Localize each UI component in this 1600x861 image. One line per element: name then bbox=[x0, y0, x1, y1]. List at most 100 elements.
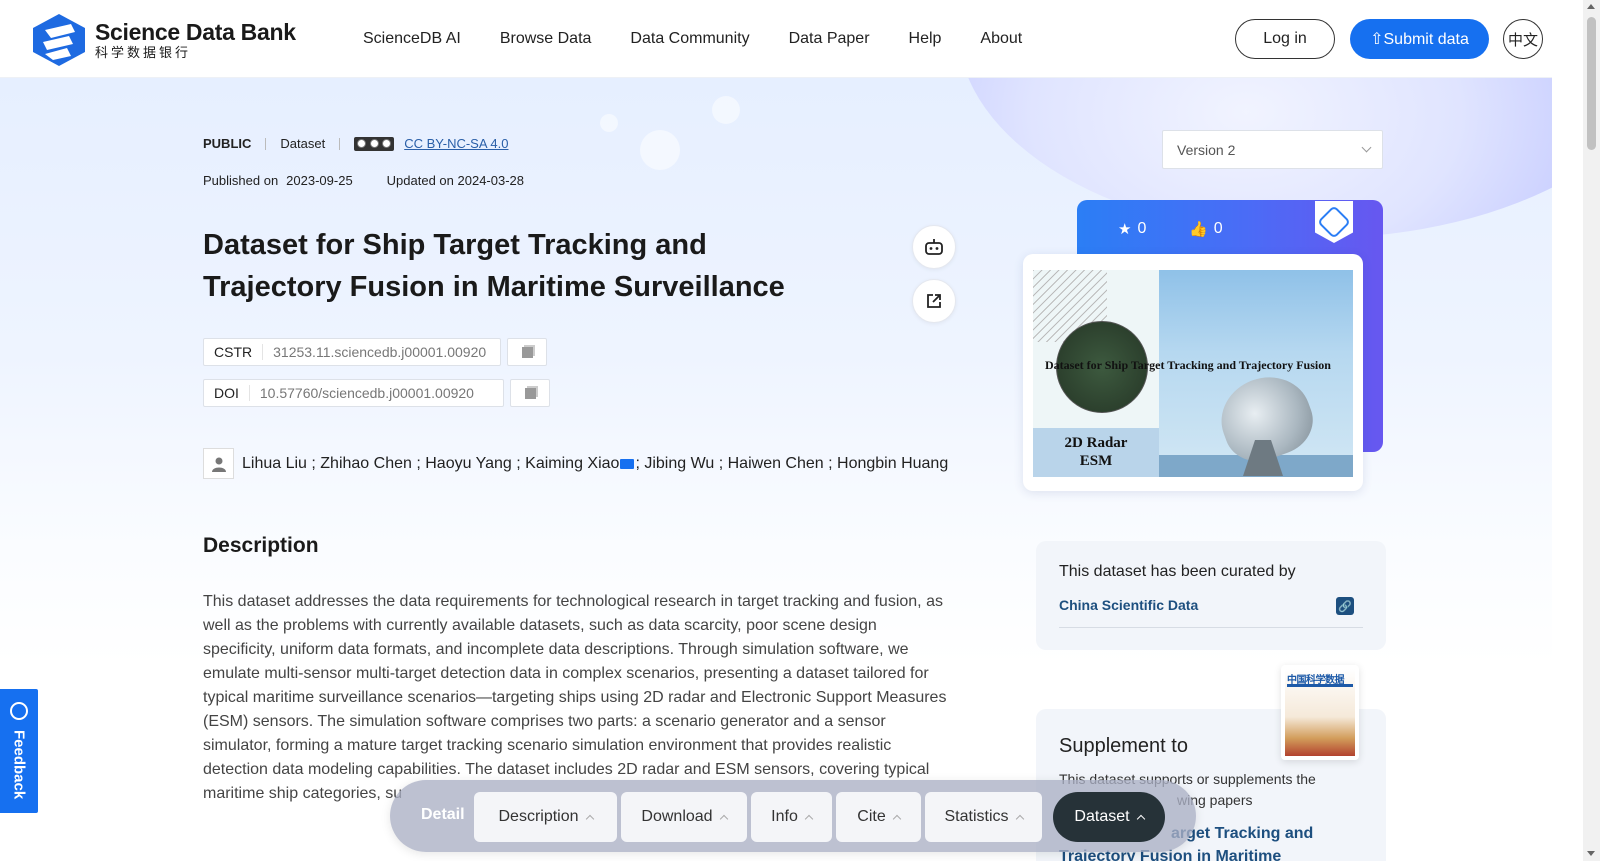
tabbar-detail-label: Detail bbox=[421, 806, 465, 823]
share-button[interactable] bbox=[912, 279, 956, 323]
cstr-value[interactable]: 31253.11.sciencedb.j00001.00920 bbox=[263, 344, 496, 360]
journal-cover-thumbnail[interactable]: 中国科学数据 bbox=[1281, 665, 1359, 760]
nav-data-paper[interactable]: Data Paper bbox=[789, 30, 870, 48]
copy-doi-button[interactable] bbox=[510, 379, 550, 407]
feedback-icon bbox=[10, 702, 28, 720]
nav-help[interactable]: Help bbox=[909, 30, 942, 48]
cc-license-icon bbox=[354, 136, 395, 151]
scroll-up-arrow-icon[interactable] bbox=[1587, 4, 1595, 9]
version-select[interactable]: Version 2 bbox=[1162, 130, 1383, 169]
cover-label: 2D Radar ESM bbox=[1033, 428, 1159, 477]
doi-value[interactable]: 10.57760/sciencedb.j00001.00920 bbox=[250, 385, 484, 401]
dataset-meta: PUBLIC Dataset CC BY-NC-SA 4.0 bbox=[203, 136, 508, 151]
chevron-down-icon bbox=[1361, 142, 1372, 153]
description-text: This dataset addresses the data requirem… bbox=[203, 593, 947, 802]
chevron-up-icon bbox=[892, 814, 901, 824]
cstr-field: CSTR 31253.11.sciencedb.j00001.00920 bbox=[203, 338, 501, 366]
chevron-up-icon bbox=[804, 814, 814, 824]
ai-assistant-button[interactable] bbox=[912, 225, 956, 269]
curator-link[interactable]: China Scientific Data bbox=[1059, 597, 1198, 613]
tab-cite-label: Cite bbox=[857, 808, 886, 825]
login-button[interactable]: Log in bbox=[1235, 19, 1335, 59]
chevron-up-icon bbox=[719, 814, 728, 824]
scroll-down-arrow-icon[interactable] bbox=[1587, 851, 1595, 856]
logo-mark-icon bbox=[33, 14, 85, 66]
logo-title: Science Data Bank bbox=[95, 19, 296, 45]
email-icon[interactable] bbox=[620, 458, 635, 469]
robot-icon bbox=[925, 239, 943, 255]
authors-list: Lihua Liu ; Zhihao Chen ; Haoyu Yang ; K… bbox=[203, 448, 948, 479]
copy-icon bbox=[524, 387, 536, 399]
scrollbar-thumb[interactable] bbox=[1587, 17, 1596, 150]
link-icon[interactable]: 🔗 bbox=[1336, 597, 1354, 615]
tab-dataset-label: Dataset bbox=[1074, 808, 1130, 825]
decorative-molecule bbox=[600, 114, 618, 132]
authors-text-rest[interactable]: ; Jibing Wu ; Haiwen Chen ; Hongbin Huan… bbox=[635, 455, 948, 473]
tab-statistics-label: Statistics bbox=[944, 808, 1009, 825]
version-value: Version 2 bbox=[1177, 142, 1236, 158]
copy-icon bbox=[521, 346, 533, 358]
chevron-up-icon bbox=[585, 814, 594, 824]
feedback-label: Feedback bbox=[10, 730, 28, 800]
nav-sciencedb-ai[interactable]: ScienceDB AI bbox=[363, 30, 461, 48]
language-toggle[interactable]: 中文 bbox=[1503, 19, 1543, 59]
license-link[interactable]: CC BY-NC-SA 4.0 bbox=[404, 136, 508, 151]
external-link-icon bbox=[927, 294, 941, 308]
tab-download[interactable]: Download bbox=[621, 792, 747, 842]
authors-text[interactable]: Lihua Liu ; Zhihao Chen ; Haoyu Yang ; K… bbox=[242, 455, 619, 473]
copy-cstr-button[interactable] bbox=[507, 338, 547, 366]
star-count-value: 0 bbox=[1137, 220, 1147, 237]
dataset-cover-image: 2D Radar ESM Dataset for Ship Target Tra… bbox=[1033, 270, 1353, 477]
page-title: Dataset for Ship Target Tracking and Tra… bbox=[203, 229, 785, 303]
tab-description-label: Description bbox=[498, 808, 579, 825]
person-icon bbox=[203, 448, 234, 479]
star-icon: ★ bbox=[1118, 221, 1132, 238]
divider bbox=[265, 137, 267, 150]
description-heading: Description bbox=[203, 534, 319, 557]
submit-data-button[interactable]: ⇧Submit data bbox=[1350, 19, 1489, 59]
doi-label: DOI bbox=[204, 385, 250, 401]
star-count[interactable]: ★ 0 bbox=[1118, 220, 1146, 238]
section-tab-bar: Detail Description Download Info Cite St… bbox=[390, 780, 1196, 852]
tab-info-label: Info bbox=[771, 808, 798, 825]
curated-panel: This dataset has been curated by China S… bbox=[1036, 541, 1386, 650]
visibility-badge: PUBLIC bbox=[203, 136, 252, 151]
cstr-label: CSTR bbox=[204, 344, 264, 360]
cover-label-line1: 2D Radar bbox=[1064, 435, 1128, 451]
nav-about[interactable]: About bbox=[980, 30, 1022, 48]
divider bbox=[339, 137, 341, 150]
divider bbox=[1059, 627, 1363, 628]
curated-text: This dataset has been curated by bbox=[1059, 563, 1296, 580]
logo[interactable]: Science Data Bank 科学数据银行 bbox=[31, 12, 296, 68]
main-nav: ScienceDB AI Browse Data Data Community … bbox=[363, 30, 1061, 48]
tab-statistics[interactable]: Statistics bbox=[925, 792, 1042, 842]
tab-download-label: Download bbox=[641, 808, 713, 825]
dataset-dates: Published on 2023-09-25 Updated on 2024-… bbox=[203, 173, 532, 188]
upload-icon: ⇧ bbox=[1370, 31, 1384, 48]
supplement-heading: Supplement to bbox=[1059, 735, 1188, 757]
published-label: Published on bbox=[203, 173, 279, 188]
dataset-cover-card[interactable]: 2D Radar ESM Dataset for Ship Target Tra… bbox=[1023, 254, 1363, 491]
feedback-tab[interactable]: Feedback bbox=[0, 689, 38, 813]
decorative-molecule bbox=[640, 130, 680, 170]
submit-data-label: Submit data bbox=[1383, 31, 1469, 48]
cover-title: Dataset for Ship Target Tracking and Tra… bbox=[1045, 358, 1331, 372]
decorative-molecule bbox=[712, 96, 740, 124]
tab-info[interactable]: Info bbox=[751, 792, 832, 842]
chevron-up-icon bbox=[1136, 814, 1145, 824]
nav-browse-data[interactable]: Browse Data bbox=[500, 30, 592, 48]
cover-label-line2: ESM bbox=[1079, 453, 1113, 469]
doi-field: DOI 10.57760/sciencedb.j00001.00920 bbox=[203, 379, 504, 407]
updated-date: Updated on 2024-03-28 bbox=[386, 173, 525, 188]
top-header: Science Data Bank 科学数据银行 ScienceDB AI Br… bbox=[0, 0, 1552, 78]
tab-cite[interactable]: Cite bbox=[836, 792, 921, 842]
nav-data-community[interactable]: Data Community bbox=[630, 30, 749, 48]
logo-subtitle: 科学数据银行 bbox=[95, 45, 192, 60]
published-date: 2023-09-25 bbox=[286, 173, 353, 188]
tab-dataset[interactable]: Dataset bbox=[1053, 792, 1165, 842]
tab-description[interactable]: Description bbox=[474, 792, 617, 842]
like-count[interactable]: 👍 0 bbox=[1189, 220, 1223, 238]
thumbs-up-icon: 👍 bbox=[1189, 221, 1208, 238]
chevron-up-icon bbox=[1015, 814, 1024, 824]
like-count-value: 0 bbox=[1213, 220, 1223, 237]
